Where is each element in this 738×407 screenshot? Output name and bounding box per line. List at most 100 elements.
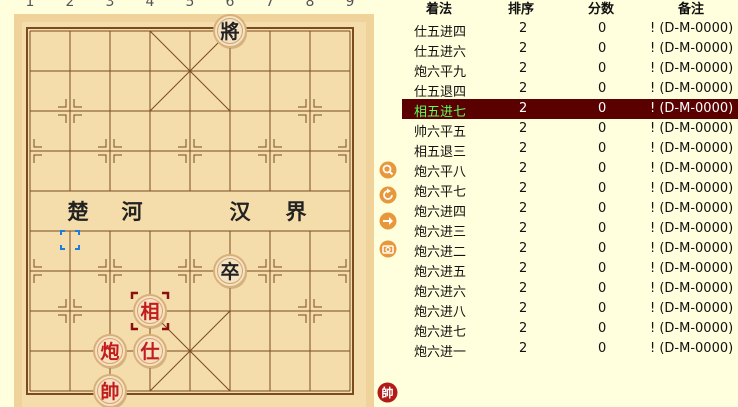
note-cell: ! (D-M-0000) — [650, 101, 734, 116]
forward-icon[interactable] — [379, 212, 397, 230]
note-cell: ! (D-M-0000) — [650, 141, 734, 156]
order-cell: 2 — [519, 301, 528, 316]
file-number: 5 — [186, 0, 195, 10]
header-order[interactable]: 排序 — [508, 0, 534, 17]
table-row[interactable]: 炮六进八 2 0 ! (D-M-0000) — [402, 299, 738, 320]
score-cell: 0 — [598, 261, 607, 276]
black-soldier[interactable]: 卒 — [213, 254, 247, 289]
note-cell: ! (D-M-0000) — [650, 21, 734, 36]
file-number: 4 — [146, 0, 155, 10]
table-row[interactable]: 仕五退四 2 0 ! (D-M-0000) — [402, 79, 738, 100]
note-cell: ! (D-M-0000) — [650, 201, 734, 216]
river-char: 楚 — [68, 199, 89, 224]
table-row[interactable]: 仕五进六 2 0 ! (D-M-0000) — [402, 39, 738, 60]
score-cell: 0 — [598, 121, 607, 136]
file-number: 6 — [226, 0, 235, 10]
svg-text:帥: 帥 — [100, 380, 119, 403]
order-cell: 2 — [519, 181, 528, 196]
table-row[interactable]: 炮六进三 2 0 ! (D-M-0000) — [402, 219, 738, 240]
move-cell: 炮六进六 — [414, 285, 467, 300]
file-number: 7 — [266, 0, 275, 10]
note-cell: ! (D-M-0000) — [650, 41, 734, 56]
table-row[interactable]: 炮六进七 2 0 ! (D-M-0000) — [402, 319, 738, 340]
score-cell: 0 — [598, 161, 607, 176]
order-cell: 2 — [519, 81, 528, 96]
note-cell: ! (D-M-0000) — [650, 61, 734, 76]
refresh-icon[interactable] — [379, 186, 397, 204]
move-cell: 炮六进三 — [414, 225, 467, 240]
score-cell: 0 — [598, 181, 607, 196]
order-cell: 2 — [519, 121, 528, 136]
table-row[interactable]: 炮六进二 2 0 ! (D-M-0000) — [402, 239, 738, 260]
svg-text:炮: 炮 — [100, 340, 119, 363]
file-number: 2 — [66, 0, 75, 10]
note-cell: ! (D-M-0000) — [650, 321, 734, 336]
table-row[interactable]: 相五退三 2 0 ! (D-M-0000) — [402, 139, 738, 160]
table-row[interactable]: 仕五进四 2 0 ! (D-M-0000) — [402, 19, 738, 40]
search-icon[interactable] — [379, 161, 397, 179]
score-cell: 0 — [598, 21, 607, 36]
score-cell: 0 — [598, 201, 607, 216]
move-cell: 仕五退四 — [414, 85, 467, 100]
moves-table: 着法 排序 分数 备注 仕五进四 2 0 ! (D-M-0000) 仕五进六 2 0 ! (D… — [402, 0, 738, 407]
note-cell: ! (D-M-0000) — [650, 161, 734, 176]
note-cell: ! (D-M-0000) — [650, 281, 734, 296]
header-score[interactable]: 分数 — [588, 0, 614, 17]
note-cell: ! (D-M-0000) — [650, 121, 734, 136]
score-cell: 0 — [598, 241, 607, 256]
svg-text:仕: 仕 — [139, 340, 159, 363]
note-cell: ! (D-M-0000) — [650, 301, 734, 316]
header-move[interactable]: 着法 — [426, 0, 452, 17]
red-cannon[interactable]: 炮 — [93, 334, 127, 369]
red-general-badge-icon[interactable]: 帥 — [377, 382, 398, 403]
order-cell: 2 — [519, 321, 528, 336]
table-row[interactable]: 炮六进六 2 0 ! (D-M-0000) — [402, 279, 738, 300]
order-cell: 2 — [519, 61, 528, 76]
side-toolbar: 帥 — [375, 0, 401, 407]
move-cell: 相五进七 — [414, 105, 467, 120]
score-cell: 0 — [598, 141, 607, 156]
note-cell: ! (D-M-0000) — [650, 221, 734, 236]
svg-text:卒: 卒 — [220, 260, 239, 283]
move-cell: 仕五进四 — [414, 25, 467, 40]
move-cell: 帅六平五 — [414, 125, 467, 140]
river-char: 汉 — [230, 199, 252, 224]
move-cell: 炮六进二 — [414, 245, 467, 260]
order-cell: 2 — [519, 241, 528, 256]
note-cell: ! (D-M-0000) — [650, 81, 734, 96]
note-cell: ! (D-M-0000) — [650, 241, 734, 256]
file-number: 8 — [306, 0, 315, 10]
table-row[interactable]: 炮六进一 2 0 ! (D-M-0000) — [402, 339, 738, 360]
score-cell: 0 — [598, 81, 607, 96]
move-cell: 炮六平九 — [414, 65, 467, 80]
table-row[interactable]: 炮六平八 2 0 ! (D-M-0000) — [402, 159, 738, 180]
red-general[interactable]: 帥 — [93, 374, 127, 407]
score-cell: 0 — [598, 221, 607, 236]
file-number: 1 — [26, 0, 35, 10]
move-cell: 炮六平八 — [414, 165, 467, 180]
score-cell: 0 — [598, 321, 607, 336]
order-cell: 2 — [519, 141, 528, 156]
black-general[interactable]: 將 — [213, 14, 247, 49]
order-cell: 2 — [519, 101, 528, 116]
red-advisor[interactable]: 仕 — [133, 334, 167, 369]
order-cell: 2 — [519, 341, 528, 356]
svg-text:將: 將 — [220, 20, 239, 43]
move-cell: 仕五进六 — [414, 45, 467, 60]
svg-text:相: 相 — [140, 301, 159, 323]
table-header: 着法 排序 分数 备注 — [402, 0, 738, 17]
score-cell: 0 — [598, 41, 607, 56]
order-cell: 2 — [519, 21, 528, 36]
order-cell: 2 — [519, 201, 528, 216]
score-cell: 0 — [598, 281, 607, 296]
camera-icon[interactable] — [379, 240, 397, 258]
table-row[interactable]: 帅六平五 2 0 ! (D-M-0000) — [402, 119, 738, 140]
score-cell: 0 — [598, 341, 607, 356]
table-row[interactable]: 相五进七 2 0 ! (D-M-0000) — [402, 99, 738, 120]
table-row[interactable]: 炮六平七 2 0 ! (D-M-0000) — [402, 179, 738, 200]
river-char: 界 — [286, 199, 307, 224]
table-row[interactable]: 炮六进四 2 0 ! (D-M-0000) — [402, 199, 738, 220]
table-row[interactable]: 炮六进五 2 0 ! (D-M-0000) — [402, 259, 738, 280]
header-note[interactable]: 备注 — [678, 0, 704, 17]
table-row[interactable]: 炮六平九 2 0 ! (D-M-0000) — [402, 59, 738, 80]
